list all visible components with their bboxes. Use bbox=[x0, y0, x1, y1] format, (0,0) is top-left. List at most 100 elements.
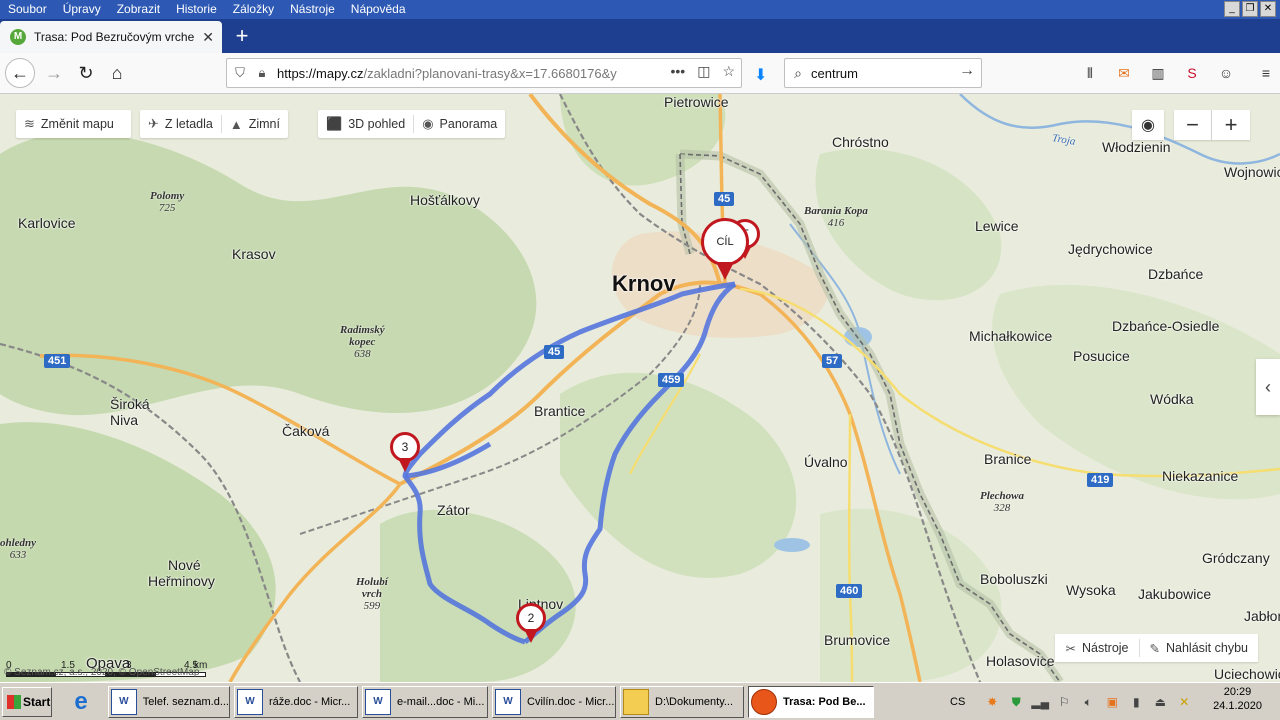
clock-time: 20:29 bbox=[1223, 686, 1252, 698]
peak-plechowa: Plechowa 328 bbox=[980, 490, 1024, 514]
url-bar[interactable]: ⛉ 🔒︎ https://mapy.cz/zakladni?planovani-… bbox=[226, 58, 742, 88]
locate-button[interactable]: ◉ bbox=[1132, 110, 1164, 140]
place-wlodzienin: Włodzienin bbox=[1102, 139, 1171, 155]
place-krasov: Krasov bbox=[232, 246, 276, 262]
avast-icon[interactable]: ✸ bbox=[983, 693, 1001, 711]
usb-icon[interactable]: ⏏ bbox=[1151, 693, 1169, 711]
hamburger-menu-icon[interactable]: ≡ bbox=[1256, 63, 1276, 83]
account-icon[interactable]: ☺ bbox=[1216, 63, 1236, 83]
view-3d-group: ⬛ 3D pohled ◉ Panorama bbox=[318, 110, 506, 138]
map-view[interactable]: ≋ Změnit mapu ✈ Z letadla ▲ Zimní ⬛ 3D pohle… bbox=[0, 94, 1280, 682]
task-cvilin[interactable]: W Cvilín.doc - Micr... bbox=[492, 686, 616, 718]
finish-marker[interactable]: CÍL bbox=[701, 218, 749, 280]
window-controls: _ ❐ ✕ bbox=[1224, 1, 1276, 17]
restore-button[interactable]: ❐ bbox=[1242, 1, 1258, 17]
from-plane-button[interactable]: ✈ Z letadla bbox=[148, 116, 213, 132]
start-button[interactable]: Start bbox=[2, 687, 52, 717]
menu-zalozky[interactable]: Záložky bbox=[225, 0, 282, 19]
clock[interactable]: 20:29 24.1.2020 bbox=[1213, 685, 1262, 713]
place-jablon: Jabłon bbox=[1244, 608, 1280, 624]
back-button[interactable]: ← bbox=[5, 58, 35, 88]
road-460: 460 bbox=[836, 584, 863, 598]
new-tab-button[interactable]: + bbox=[230, 23, 254, 49]
change-map-button[interactable]: ≋ Změnit mapu bbox=[16, 110, 131, 138]
place-branice: Branice bbox=[984, 451, 1032, 467]
app-tray-icon[interactable]: ▣ bbox=[1103, 693, 1121, 711]
task-telef-seznam[interactable]: W Telef. seznam.d... bbox=[108, 686, 230, 718]
battery-icon[interactable]: ▮ bbox=[1127, 693, 1145, 711]
place-lewice: Lewice bbox=[975, 218, 1019, 234]
panel-toggle-button[interactable]: ‹ bbox=[1256, 359, 1280, 415]
search-go-icon[interactable]: → bbox=[959, 62, 975, 80]
waypoint-3-marker[interactable]: 3 bbox=[390, 432, 420, 472]
task-dokumenty[interactable]: D:\Dokumenty... bbox=[620, 686, 744, 718]
bookmark-star-icon[interactable]: ☆ bbox=[722, 63, 735, 80]
network-signal-icon[interactable]: ▂▄ bbox=[1031, 693, 1049, 711]
map-copyright[interactable]: © Seznam.cz, a.s., 2020, © OpenStreetMap bbox=[4, 667, 199, 678]
taskbar: Start e W Telef. seznam.d... Wráže.doc - … bbox=[0, 682, 1280, 720]
mapy-favicon-icon: M bbox=[10, 29, 26, 45]
panorama-button[interactable]: ◉ Panorama bbox=[422, 116, 497, 132]
flag-icon[interactable]: ⚐ bbox=[1055, 693, 1073, 711]
task-raze[interactable]: Wráže.doc - Micr... bbox=[234, 686, 358, 718]
url-text[interactable]: https://mapy.cz/zakladni?planovani-trasy… bbox=[277, 66, 617, 81]
tools-button[interactable]: ✂ Nástroje bbox=[1055, 641, 1138, 656]
seznam-icon[interactable]: S bbox=[1182, 63, 1202, 83]
volume-icon[interactable]: 🔈︎ bbox=[1079, 693, 1097, 711]
close-window-button[interactable]: ✕ bbox=[1260, 1, 1276, 17]
minimize-button[interactable]: _ bbox=[1224, 1, 1240, 17]
language-indicator[interactable]: CS bbox=[950, 696, 965, 708]
library-icon[interactable]: ⫴ bbox=[1080, 63, 1100, 83]
lock-icon[interactable]: 🔒︎ bbox=[253, 65, 271, 81]
road-45-b: 45 bbox=[544, 345, 565, 359]
sidebar-icon[interactable]: ▥ bbox=[1148, 63, 1168, 83]
shield-icon[interactable]: ⛉ bbox=[231, 65, 249, 81]
menu-historie[interactable]: Historie bbox=[168, 0, 225, 19]
home-icon: ⌂ bbox=[111, 62, 123, 83]
home-button[interactable]: ⌂ bbox=[103, 59, 131, 87]
locate-icon: ◉ bbox=[1141, 117, 1155, 134]
menu-napoveda[interactable]: Nápověda bbox=[343, 0, 414, 19]
pocket-icon[interactable]: ◫ bbox=[697, 63, 710, 80]
place-wodka: Wódka bbox=[1150, 391, 1194, 407]
peak-radimsky: Radimský kopec 638 bbox=[340, 324, 385, 360]
folder-icon bbox=[623, 689, 649, 715]
menu-soubor[interactable]: Soubor bbox=[0, 0, 55, 19]
tab-close-icon[interactable]: ✕ bbox=[202, 29, 214, 46]
road-45: 45 bbox=[714, 192, 735, 206]
forward-button[interactable]: → bbox=[40, 59, 68, 87]
internet-explorer-icon[interactable]: e bbox=[64, 687, 98, 717]
place-wojnowic: Wojnowic bbox=[1224, 164, 1280, 180]
peak-ohledny: ohledny 633 bbox=[0, 537, 37, 561]
clock-date: 24.1.2020 bbox=[1213, 700, 1262, 712]
view-3d-button[interactable]: ⬛ 3D pohled bbox=[326, 116, 405, 132]
menu-zobrazit[interactable]: Zobrazit bbox=[109, 0, 168, 19]
place-niekazanice: Niekazanice bbox=[1162, 468, 1239, 484]
download-icon[interactable]: ⬇ bbox=[754, 65, 767, 85]
place-uvalno: Úvalno bbox=[804, 454, 848, 470]
reload-button[interactable]: ↻ bbox=[72, 59, 100, 87]
place-chrostno: Chróstno bbox=[832, 134, 889, 150]
zoom-in-button[interactable]: + bbox=[1212, 110, 1250, 140]
task-email[interactable]: We-mail...doc - Mi... bbox=[362, 686, 488, 718]
road-459: 459 bbox=[658, 373, 685, 387]
zoom-out-button[interactable]: − bbox=[1174, 110, 1212, 140]
tab-strip: M Trasa: Pod Bezručovým vrchem ✕ + bbox=[0, 19, 1280, 53]
winter-button[interactable]: ▲ Zimní bbox=[230, 117, 280, 132]
word-document-icon: W bbox=[495, 689, 521, 715]
mail-icon[interactable]: ✉ bbox=[1114, 63, 1134, 83]
more-actions-icon[interactable]: ••• bbox=[670, 63, 685, 80]
peak-polomy: Polomy 725 bbox=[150, 190, 185, 214]
place-boboluszki: Boboluszki bbox=[980, 571, 1048, 587]
menu-nastroje[interactable]: Nástroje bbox=[282, 0, 343, 19]
tab-mapy[interactable]: M Trasa: Pod Bezručovým vrchem ✕ bbox=[0, 21, 222, 53]
shield-check-icon[interactable]: ⛊ bbox=[1007, 693, 1025, 711]
waypoint-2-marker[interactable]: 2 bbox=[516, 603, 546, 643]
search-bar[interactable]: ⌕ centrum → bbox=[784, 58, 982, 88]
report-error-button[interactable]: ✎ Nahlásit chybu bbox=[1140, 641, 1258, 656]
tools-tray-icon[interactable]: ✕ bbox=[1175, 693, 1193, 711]
task-firefox[interactable]: Trasa: Pod Be... bbox=[748, 686, 874, 718]
search-input[interactable]: centrum bbox=[811, 66, 858, 81]
place-siroka: Široká bbox=[110, 396, 150, 412]
menu-upravy[interactable]: Úpravy bbox=[55, 0, 109, 19]
